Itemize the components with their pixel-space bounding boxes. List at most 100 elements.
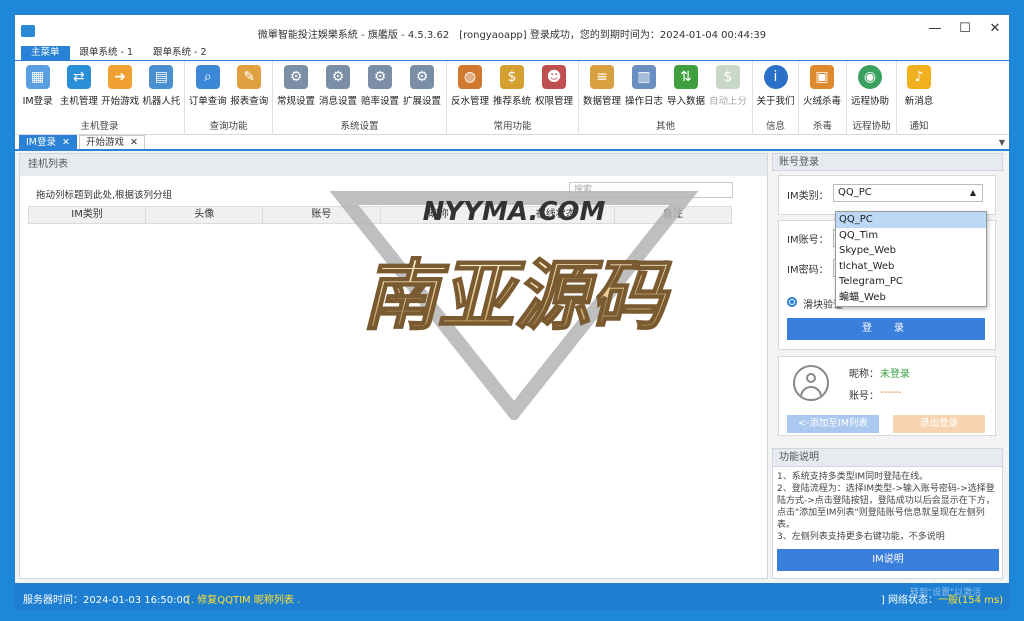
captcha-radio[interactable] xyxy=(787,297,797,307)
group-label: 主机登录 xyxy=(80,121,119,132)
im-type-dropdown: QQ_PC QQ_Tim Skype_Web tlchat_Web Telegr… xyxy=(835,211,987,307)
column-nickname[interactable]: 昵称 xyxy=(381,207,498,223)
im-login-icon: ▦ xyxy=(25,65,50,89)
ribbon-group-remote: ◉ 远程协助 远程协助 xyxy=(847,61,897,135)
antivirus-button[interactable]: ▣ 火绒杀毒 xyxy=(801,65,843,107)
ribbon-group-notify: ♪ 新消息 通知 xyxy=(897,61,941,135)
nickname-label: 昵称： xyxy=(849,369,879,380)
search-input[interactable]: 搜索 xyxy=(569,182,733,198)
robot-button[interactable]: ▤ 机器人托 xyxy=(141,65,182,107)
ribbon-group-info: i 关于我们 信息 xyxy=(753,61,799,135)
operation-log-button[interactable]: ▥ 操作日志 xyxy=(623,65,665,107)
im-login-button[interactable]: ▦ IM登录 xyxy=(17,65,58,107)
ribbon-group-antivirus: ▣ 火绒杀毒 杀毒 xyxy=(799,61,847,135)
general-settings-button[interactable]: ⚙ 常规设置 xyxy=(275,65,317,107)
lock-icon: ▣ xyxy=(810,65,834,89)
maximize-button[interactable]: ☐ xyxy=(957,21,973,36)
tabs-dropdown-icon[interactable]: ▼ xyxy=(999,138,1005,147)
remote-assist-button[interactable]: ◉ 远程协助 xyxy=(849,65,891,107)
dropdown-option[interactable]: Skype_Web xyxy=(836,243,986,259)
app-window: 微單智能投注娛樂系統 - 旗艦版 - 4.5.3.62 [rongyaoapp]… xyxy=(14,14,1010,610)
tab-im-login[interactable]: IM登录 ✕ xyxy=(19,135,77,149)
description-text: 1、系统支持多类型IM同时登陆在线。 2、登陆流程为：选择IM类型->输入账号密… xyxy=(777,472,995,542)
auto-credit-button[interactable]: $ 自动上分 xyxy=(707,65,749,107)
message-settings-button[interactable]: ⚙ 消息设置 xyxy=(317,65,359,107)
coins-icon: ◍ xyxy=(458,65,482,89)
dropdown-option[interactable]: QQ_PC xyxy=(836,212,986,228)
group-label: 远程协助 xyxy=(852,121,891,132)
start-game-icon: ➜ xyxy=(108,65,133,89)
tab-start-game[interactable]: 开始游戏 ✕ xyxy=(78,135,145,149)
group-label: 常用功能 xyxy=(493,121,532,132)
im-help-button[interactable]: IM说明 xyxy=(777,549,999,571)
import-arrows-icon: ⇅ xyxy=(674,65,698,89)
logout-button[interactable]: 退出登录 xyxy=(893,415,985,433)
host-manage-button[interactable]: ⇄ 主机管理 xyxy=(58,65,99,107)
users-icon: ☻ xyxy=(542,65,566,89)
group-drop-hint[interactable]: 拖动列标题到此处,根据该列分组 xyxy=(36,187,172,201)
message-gear-icon: ⚙ xyxy=(326,65,350,89)
info-icon: i xyxy=(763,65,788,89)
about-us-button[interactable]: i 关于我们 xyxy=(755,65,796,107)
start-game-button[interactable]: ➜ 开始游戏 xyxy=(100,65,141,107)
title-bar: 微單智能投注娛樂系統 - 旗艦版 - 4.5.3.62 [rongyaoapp]… xyxy=(15,15,1009,47)
extension-settings-button[interactable]: ⚙ 扩展设置 xyxy=(401,65,443,107)
host-manage-icon: ⇄ xyxy=(66,65,91,89)
login-button[interactable]: 登 录 xyxy=(787,318,985,340)
add-to-im-list-button[interactable]: <-添加至IM列表 xyxy=(787,415,879,433)
dropdown-option[interactable]: Telegram_PC xyxy=(836,274,986,290)
im-password-label: IM密码： xyxy=(787,265,829,276)
panel-title: 账号登录 xyxy=(772,153,1003,171)
recommend-system-button[interactable]: $ 推荐系统 xyxy=(491,65,533,107)
account-value: ------ xyxy=(880,387,902,398)
column-remark[interactable]: 备注 xyxy=(615,207,731,223)
data-manage-button[interactable]: ≡ 数据管理 xyxy=(581,65,623,107)
column-avatar[interactable]: 头像 xyxy=(146,207,264,223)
group-label: 通知 xyxy=(909,121,929,132)
group-label: 其他 xyxy=(655,121,675,132)
dropdown-option[interactable]: QQ_Tim xyxy=(836,228,986,244)
account-label: 账号： xyxy=(849,391,879,402)
permission-manage-button[interactable]: ☻ 权限管理 xyxy=(533,65,575,107)
report-query-button[interactable]: ✎ 报表查询 xyxy=(229,65,271,107)
grid-header: IM类别 头像 账号 昵称 在线状态 备注 xyxy=(28,206,732,224)
import-data-button[interactable]: ⇅ 导入数据 xyxy=(665,65,707,107)
gear-icon: ⚙ xyxy=(284,65,308,89)
odds-settings-button[interactable]: ⚙ 赔率设置 xyxy=(359,65,401,107)
rebate-manage-button[interactable]: ◍ 反水管理 xyxy=(449,65,491,107)
tab-follow-2[interactable]: 跟单系统 - 2 xyxy=(143,46,217,60)
server-time: 服务器时间：2024-01-03 16:50:00 xyxy=(23,595,190,606)
bell-icon: ♪ xyxy=(907,65,931,89)
im-account-label: IM账号： xyxy=(787,235,829,246)
column-im-type[interactable]: IM类别 xyxy=(29,207,147,223)
robot-icon: ▤ xyxy=(149,65,174,89)
ribbon-group-host-login: ▦ IM登录 ⇄ 主机管理 ➜ 开始游戏 ▤ 机器人托 主机登录 xyxy=(15,61,185,135)
ribbon: ▦ IM登录 ⇄ 主机管理 ➜ 开始游戏 ▤ 机器人托 主机登录 ⌕ 订单查询 ✎ 报表查询… xyxy=(15,61,1009,135)
function-description-panel: 功能说明 1、系统支持多类型IM同时登陆在线。 2、登陆流程为：选择IM类型->… xyxy=(772,448,1003,579)
close-icon[interactable]: ✕ xyxy=(62,137,70,148)
window-title: 微單智能投注娛樂系統 - 旗艦版 - 4.5.3.62 [rongyaoapp]… xyxy=(257,30,767,41)
minimize-button[interactable]: — xyxy=(927,21,943,36)
dropdown-option[interactable]: 蝙蝠_Web xyxy=(836,290,986,306)
main-area: 挂机列表 拖动列标题到此处,根据该列分组 搜索 IM类别 头像 账号 昵称 在线… xyxy=(19,153,1003,579)
globe-icon: ◉ xyxy=(858,65,882,89)
im-type-select[interactable]: QQ_PC ▲ xyxy=(833,184,983,202)
dropdown-option[interactable]: tlchat_Web xyxy=(836,259,986,275)
avatar-icon xyxy=(793,365,829,401)
menu-tabs: 主菜单 跟单系统 - 1 跟单系统 - 2 xyxy=(15,46,1009,61)
ribbon-group-settings: ⚙ 常规设置 ⚙ 消息设置 ⚙ 赔率设置 ⚙ 扩展设置 系统设置 xyxy=(273,61,447,135)
panel-title: 挂机列表 xyxy=(20,154,767,176)
column-account[interactable]: 账号 xyxy=(263,207,381,223)
log-icon: ▥ xyxy=(632,65,656,89)
order-query-button[interactable]: ⌕ 订单查询 xyxy=(187,65,229,107)
column-online-status[interactable]: 在线状态 xyxy=(498,207,615,223)
close-button[interactable]: ✕ xyxy=(987,21,1003,36)
tab-main-menu[interactable]: 主菜单 xyxy=(21,46,70,60)
extension-gear-icon: ⚙ xyxy=(410,65,434,89)
tab-follow-1[interactable]: 跟单系统 - 1 xyxy=(70,46,144,60)
group-label: 杀毒 xyxy=(812,121,832,132)
close-icon[interactable]: ✕ xyxy=(130,137,138,148)
new-message-button[interactable]: ♪ 新消息 xyxy=(899,65,939,107)
status-message: [. 修复QQTIM 昵称列表 . xyxy=(187,595,301,606)
nickname-value: 未登录 xyxy=(880,369,910,380)
